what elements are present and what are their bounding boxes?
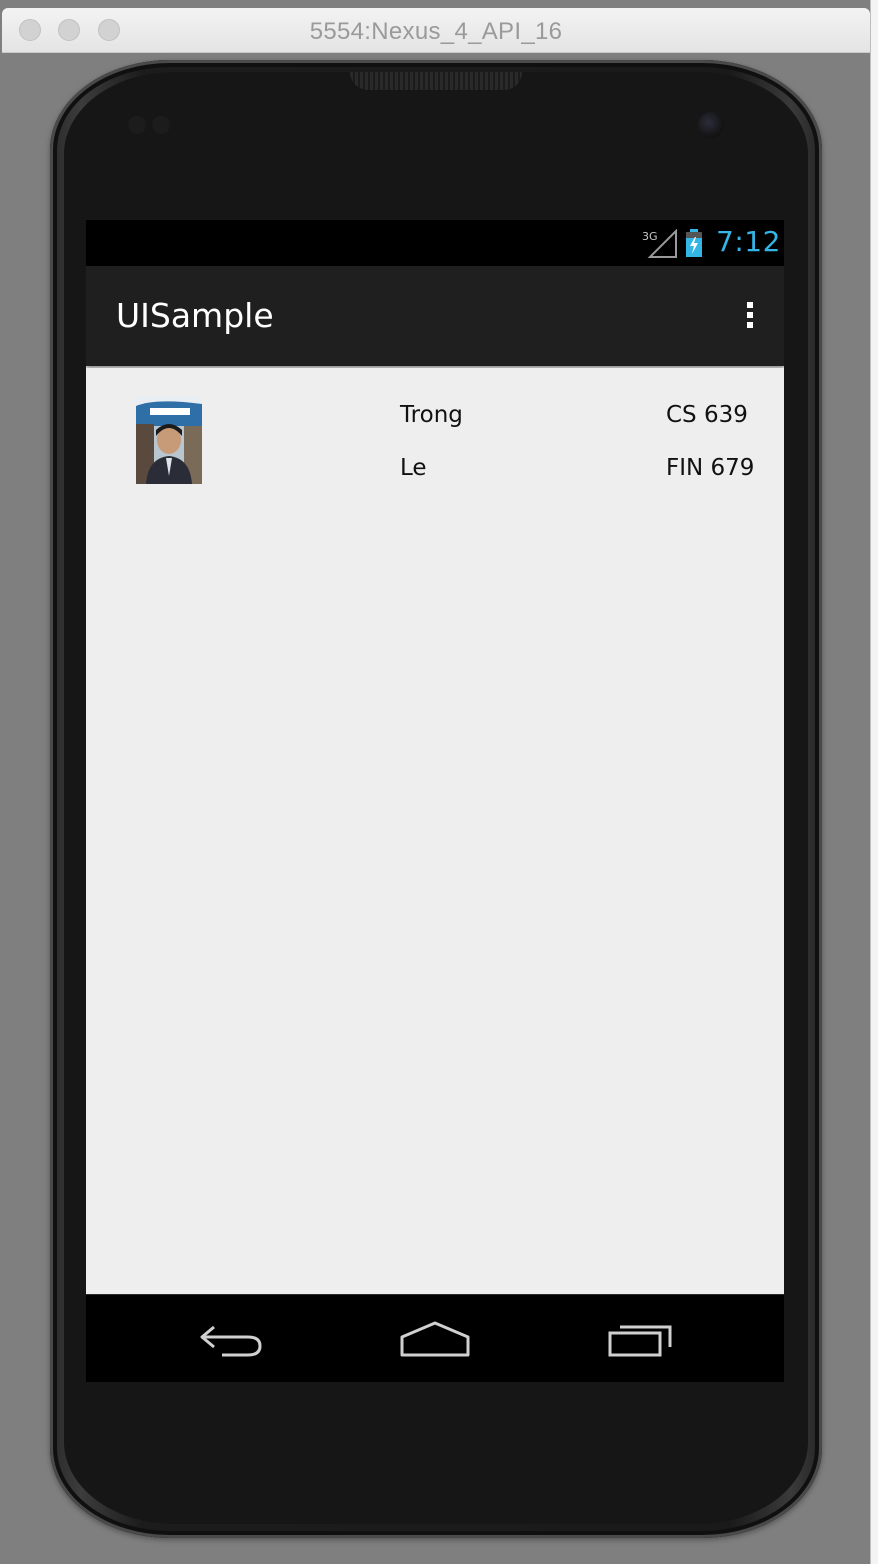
signal-strength-icon (647, 229, 677, 258)
navigation-bar (86, 1294, 784, 1382)
status-bar: 3G 7:12 (86, 220, 784, 266)
overflow-menu-icon[interactable] (738, 300, 762, 330)
emulator-window: 5554:Nexus_4_API_16 3G 7:12 UISample Tro… (0, 0, 870, 1564)
window-title: 5554:Nexus_4_API_16 (309, 18, 563, 45)
background-window-edge (870, 0, 878, 1564)
back-button[interactable] (186, 1317, 276, 1363)
back-icon (200, 1325, 262, 1357)
first-name: Trong (400, 402, 463, 428)
earpiece-speaker (350, 72, 522, 90)
home-button[interactable] (390, 1317, 480, 1363)
list-item[interactable]: Trong Le CS 639 FIN 679 (86, 368, 784, 498)
battery-charging-icon (686, 229, 702, 257)
course-1: CS 639 (666, 402, 748, 428)
recents-icon (608, 1325, 672, 1357)
status-clock: 7:12 (716, 225, 781, 258)
front-camera-icon (698, 112, 724, 138)
action-bar: UISample (86, 266, 784, 366)
profile-photo (136, 396, 202, 484)
home-icon (400, 1321, 470, 1357)
profile-photo-image (136, 396, 202, 484)
proximity-sensor (128, 116, 146, 134)
window-titlebar: 5554:Nexus_4_API_16 (2, 8, 870, 53)
app-title: UISample (116, 296, 274, 335)
recents-button[interactable] (596, 1317, 686, 1363)
student-list: Trong Le CS 639 FIN 679 (86, 368, 784, 1294)
course-2: FIN 679 (666, 455, 755, 481)
light-sensor (152, 116, 170, 134)
device-screen: 3G 7:12 UISample Trong Le CS 639 FIN 679 (86, 220, 784, 1382)
last-name: Le (400, 455, 427, 481)
